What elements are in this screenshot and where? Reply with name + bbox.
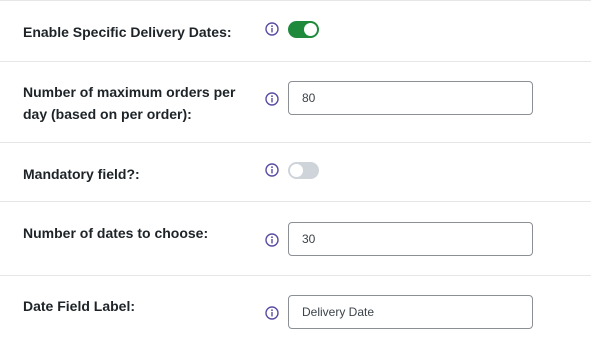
date-field-label-input[interactable] (288, 295, 533, 329)
settings-row-mandatory: Mandatory field?: (0, 142, 591, 202)
toggle-knob (304, 23, 317, 36)
field-label: Number of dates to choose: (23, 225, 209, 241)
mandatory-toggle[interactable] (288, 162, 319, 179)
specific-dates-toggle[interactable] (288, 21, 319, 38)
info-icon[interactable] (265, 233, 279, 247)
field-label: Number of maximum orders per day (based … (23, 84, 236, 122)
field-label: Enable Specific Delivery Dates: (23, 24, 232, 40)
field-label: Mandatory field?: (23, 166, 140, 182)
field-label: Date Field Label: (23, 298, 136, 314)
toggle-knob (290, 164, 303, 177)
info-icon[interactable] (265, 163, 279, 177)
dates-to-choose-input[interactable] (288, 222, 533, 256)
info-icon[interactable] (265, 22, 279, 36)
info-icon[interactable] (265, 306, 279, 320)
settings-row-date-field-label: Date Field Label: (0, 275, 591, 362)
settings-row-specific-dates: Enable Specific Delivery Dates: (0, 0, 591, 62)
delivery-settings-panel: Enable Specific Delivery Dates: Number o… (0, 0, 591, 361)
info-icon[interactable] (265, 92, 279, 106)
settings-row-max-orders: Number of maximum orders per day (based … (0, 61, 591, 143)
settings-row-dates-to-choose: Number of dates to choose: (0, 201, 591, 276)
max-orders-input[interactable] (288, 81, 533, 115)
